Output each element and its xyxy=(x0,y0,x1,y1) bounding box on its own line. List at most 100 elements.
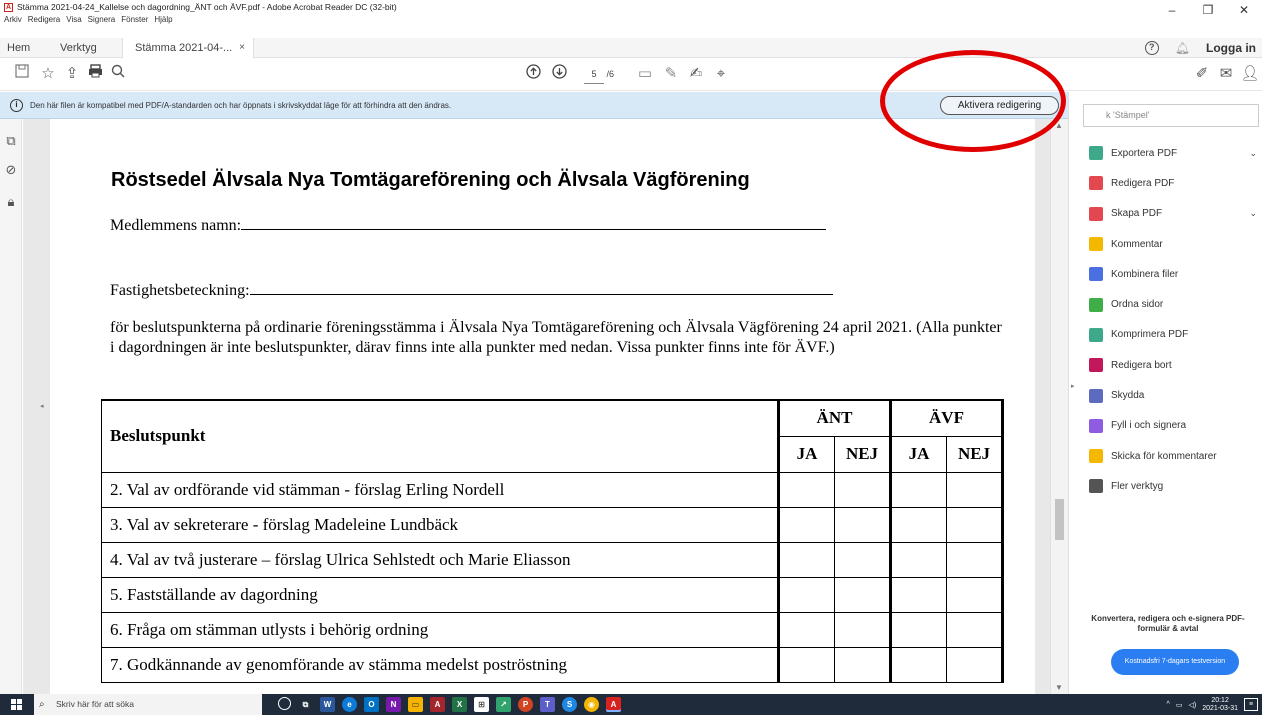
document-viewport[interactable]: ◂ Röstsedel Älvsala Nya Tomtägareförenin… xyxy=(23,119,1050,694)
page-number-input[interactable]: 5 xyxy=(584,65,604,84)
acrobat-taskbar-icon[interactable]: A xyxy=(606,697,621,712)
highlight-pen-icon[interactable]: ✎ xyxy=(661,64,681,84)
windows-start-icon[interactable] xyxy=(11,699,22,710)
minimize-button[interactable]: – xyxy=(1154,0,1190,20)
ant-nej-cell[interactable] xyxy=(834,611,891,648)
avf-nej-cell[interactable] xyxy=(946,541,1004,578)
avf-ja-cell[interactable] xyxy=(889,576,947,613)
avf-nej-cell[interactable] xyxy=(946,506,1004,543)
tool-item[interactable]: Skicka för kommentarer xyxy=(1089,441,1261,471)
print-icon[interactable] xyxy=(85,64,105,84)
tool-item[interactable]: Redigera PDF xyxy=(1089,168,1261,198)
tool-item[interactable]: Fler verktyg xyxy=(1089,471,1261,501)
tool-item[interactable]: Ordna sidor xyxy=(1089,289,1261,319)
chrome-icon[interactable]: ◉ xyxy=(584,697,599,712)
avf-nej-cell[interactable] xyxy=(946,471,1004,508)
page-down-icon[interactable] xyxy=(549,64,569,84)
mail-icon[interactable]: ✉ xyxy=(1216,64,1236,84)
tool-item[interactable]: Kombinera filer xyxy=(1089,259,1261,289)
ant-nej-cell[interactable] xyxy=(834,646,891,683)
tray-chevron-icon[interactable]: ^ xyxy=(1167,701,1170,708)
lock-document-icon[interactable]: 🔒︎ xyxy=(3,194,19,210)
skype-icon[interactable]: S xyxy=(562,697,577,712)
tool-item[interactable]: Fyll i och signera xyxy=(1089,411,1261,441)
tool-item[interactable]: Skydda xyxy=(1089,380,1261,410)
sign-icon[interactable]: ✍ xyxy=(686,64,706,84)
scroll-down-arrow-icon[interactable]: ▼ xyxy=(1055,683,1063,692)
tool-item[interactable]: Kommentar xyxy=(1089,229,1261,259)
scrollbar-thumb[interactable] xyxy=(1055,499,1064,540)
chevron-down-icon[interactable]: ⌄ xyxy=(1249,208,1257,219)
file-explorer-icon[interactable]: ▭ xyxy=(408,697,423,712)
bell-icon[interactable]: 🔔︎ xyxy=(1175,41,1190,55)
maximize-button[interactable]: ❐ xyxy=(1190,0,1226,20)
outlook-icon[interactable]: O xyxy=(364,697,379,712)
ant-nej-cell[interactable] xyxy=(834,471,891,508)
ant-ja-cell[interactable] xyxy=(777,541,835,578)
store-icon[interactable]: ⊞ xyxy=(474,697,489,712)
vertical-scrollbar[interactable]: ▲ ▼ xyxy=(1050,119,1068,694)
tools-search-input[interactable]: k 'Stämpel' xyxy=(1083,104,1259,127)
stamp-tool-icon[interactable]: ⌖ xyxy=(711,64,731,84)
ant-ja-cell[interactable] xyxy=(777,646,835,683)
powerpoint-icon[interactable]: P xyxy=(518,697,533,712)
tool-item[interactable]: Exportera PDF ⌄ xyxy=(1089,138,1261,168)
tab-document[interactable]: Stämma 2021-04-... × xyxy=(122,38,254,58)
notification-center-icon[interactable]: ≡ xyxy=(1244,698,1258,711)
avf-ja-cell[interactable] xyxy=(889,471,947,508)
close-window-button[interactable]: ✕ xyxy=(1226,0,1262,20)
avf-ja-cell[interactable] xyxy=(889,646,947,683)
avf-nej-cell[interactable] xyxy=(946,611,1004,648)
onenote-icon[interactable]: N xyxy=(386,697,401,712)
menu-item-redigera[interactable]: Redigera xyxy=(28,14,60,26)
tool-item[interactable]: Skapa PDF ⌄ xyxy=(1089,199,1261,229)
clock[interactable]: 20:12 2021-03-31 xyxy=(1202,697,1238,713)
signature-pen-icon[interactable]: ✐ xyxy=(1192,64,1212,84)
avf-nej-cell[interactable] xyxy=(946,646,1004,683)
app-green-icon[interactable]: ↗ xyxy=(496,697,511,712)
menu-item-arkiv[interactable]: Arkiv xyxy=(4,14,22,26)
cortana-icon[interactable] xyxy=(278,697,291,710)
share-icon[interactable]: ⇪ xyxy=(62,64,82,84)
login-button[interactable]: Logga in xyxy=(1206,41,1256,55)
menu-item-signera[interactable]: Signera xyxy=(88,14,116,26)
network-icon[interactable]: ▭ xyxy=(1176,701,1183,709)
word-icon[interactable]: W xyxy=(320,697,335,712)
free-trial-button[interactable]: Kostnadsfri 7-dagars testversion xyxy=(1111,649,1239,675)
collapse-left-pane-icon[interactable]: ◂ xyxy=(40,402,44,410)
user-share-icon[interactable]: 👤︎ xyxy=(1240,64,1260,84)
excel-icon[interactable]: X xyxy=(452,697,467,712)
page-up-icon[interactable] xyxy=(523,64,543,84)
zoom-search-icon[interactable] xyxy=(108,64,128,84)
edge-icon[interactable]: e xyxy=(342,697,357,712)
access-icon[interactable]: A xyxy=(430,697,445,712)
tab-tools[interactable]: Verktyg xyxy=(60,38,97,58)
menu-item-hjalp[interactable]: Hjälp xyxy=(154,14,172,26)
ant-ja-cell[interactable] xyxy=(777,576,835,613)
save-icon[interactable] xyxy=(12,64,32,84)
ant-nej-cell[interactable] xyxy=(834,506,891,543)
collapse-right-pane-icon[interactable]: ▸ xyxy=(1071,382,1075,390)
avf-ja-cell[interactable] xyxy=(889,541,947,578)
task-view-icon[interactable]: ⧉ xyxy=(298,697,313,712)
comment-tool-icon[interactable]: ▭ xyxy=(635,64,655,84)
ant-ja-cell[interactable] xyxy=(777,471,835,508)
tool-item[interactable]: Komprimera PDF xyxy=(1089,320,1261,350)
attachment-icon[interactable]: ⊘ xyxy=(3,162,19,178)
menu-item-fonster[interactable]: Fönster xyxy=(121,14,148,26)
help-icon[interactable]: ? xyxy=(1144,41,1159,55)
ant-nej-cell[interactable] xyxy=(834,541,891,578)
avf-ja-cell[interactable] xyxy=(889,611,947,648)
avf-nej-cell[interactable] xyxy=(946,576,1004,613)
ant-ja-cell[interactable] xyxy=(777,506,835,543)
tab-home[interactable]: Hem xyxy=(7,38,30,58)
avf-ja-cell[interactable] xyxy=(889,506,947,543)
bookmark-star-icon[interactable]: ☆ xyxy=(38,64,58,84)
taskbar-search-input[interactable]: ⌕ Skriv här för att söka xyxy=(34,694,262,715)
ant-ja-cell[interactable] xyxy=(777,611,835,648)
volume-icon[interactable]: ◁) xyxy=(1188,701,1196,709)
ant-nej-cell[interactable] xyxy=(834,576,891,613)
teams-icon[interactable]: T xyxy=(540,697,555,712)
tool-item[interactable]: Redigera bort xyxy=(1089,350,1261,380)
close-tab-icon[interactable]: × xyxy=(239,38,245,58)
